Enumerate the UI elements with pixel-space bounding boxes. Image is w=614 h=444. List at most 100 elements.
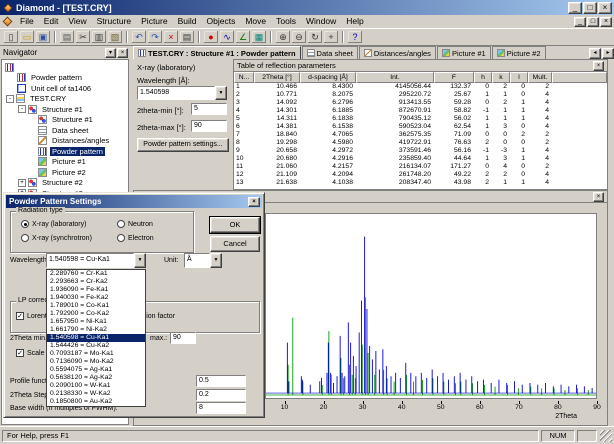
- wavelength-option-w-ka1[interactable]: 0.2090100 = W-Ka1: [47, 382, 145, 390]
- tree-item-picture-2[interactable]: Picture #2: [38, 167, 128, 178]
- base-width-input[interactable]: 8: [196, 402, 246, 414]
- checkbox-icon[interactable]: ✓: [16, 312, 24, 320]
- delete-icon[interactable]: ×: [163, 30, 179, 44]
- wavelength-combobox[interactable]: 1.540598 ▼: [137, 86, 227, 100]
- ok-button[interactable]: OK: [210, 217, 260, 233]
- column-header-l[interactable]: l: [510, 72, 528, 83]
- ttheta-max-input[interactable]: 90: [170, 332, 196, 344]
- reflection-row-4[interactable]: 414.3016.1885872670.9158.82-1114: [234, 107, 607, 115]
- rotate-icon[interactable]: ↻: [307, 30, 323, 44]
- reflection-row-13[interactable]: 1321.6384.1038208347.4043.982114: [234, 179, 607, 187]
- radio-x-ray-laboratory[interactable]: X-ray (laboratory): [21, 220, 86, 228]
- navigator-menu-icon[interactable]: ▾: [105, 48, 116, 58]
- menu-file[interactable]: File: [15, 15, 39, 28]
- menu-tools[interactable]: Tools: [271, 15, 301, 28]
- wavelength-option-fe-ka2[interactable]: 1.940030 = Fe-Ka2: [47, 294, 145, 302]
- reflection-row-11[interactable]: 1121.0604.2157216134.07171.270402: [234, 163, 607, 171]
- wavelength-option-cr-ka2[interactable]: 2.293663 = Cr-Ka2: [47, 278, 145, 286]
- menu-objects[interactable]: Objects: [202, 15, 241, 28]
- chevron-down-icon[interactable]: ▼: [210, 253, 222, 268]
- tab-test-cry-structure-1-powder-pattern[interactable]: TEST.CRY : Structure #1 : Powder pattern: [133, 46, 301, 59]
- unit-combobox[interactable]: Å ▼: [184, 253, 222, 268]
- cut-icon[interactable]: ✂: [75, 30, 91, 44]
- menu-help[interactable]: Help: [341, 15, 368, 28]
- reflection-row-6[interactable]: 614.3816.1538590523.0462.541304: [234, 123, 607, 131]
- close-icon[interactable]: ×: [248, 197, 260, 207]
- column-header-h[interactable]: h: [474, 72, 492, 83]
- wavelength-option-co-ka1[interactable]: 1.789010 = Co-Ka1: [47, 302, 145, 310]
- menu-view[interactable]: View: [63, 15, 91, 28]
- expander-plus-icon[interactable]: +: [18, 179, 26, 187]
- wavelength-option-mo-ka2[interactable]: 0.7136090 = Mo-Ka2: [47, 358, 145, 366]
- chevron-down-icon[interactable]: ▼: [215, 86, 227, 100]
- tab-picture-1[interactable]: Picture #1: [437, 46, 491, 59]
- wavelength-option-cu-ka1[interactable]: 1.540598 = Cu-Ka1: [47, 334, 145, 342]
- mdi-restore-button-icon[interactable]: □: [587, 17, 599, 27]
- reflection-row-10[interactable]: 1020.6804.2916235859.4044.641314: [234, 155, 607, 163]
- distances-tool-icon[interactable]: ∠: [235, 30, 251, 44]
- wavelength-option-w-ka2[interactable]: 0.2138330 = W-Ka2: [47, 390, 145, 398]
- expander-minus-icon[interactable]: -: [6, 95, 14, 103]
- open-folder-icon[interactable]: ▭: [19, 30, 35, 44]
- move-icon[interactable]: +: [323, 30, 339, 44]
- close-icon[interactable]: ×: [593, 192, 604, 202]
- tree-item-test-cry[interactable]: -TEST.CRY: [6, 94, 128, 105]
- wavelength-option-au-ka2[interactable]: 0.1850800 = Au-Ka2: [47, 398, 145, 406]
- reflection-row-8[interactable]: 819.2984.5980419722.9176.632002: [234, 139, 607, 147]
- wavelength-option-cu-ka2[interactable]: 1.544426 = Cu-Ka2: [47, 342, 145, 350]
- copy-icon[interactable]: ▥: [91, 30, 107, 44]
- reflection-row-3[interactable]: 314.0926.2796913413.5559.280214: [234, 99, 607, 107]
- reflection-row-7[interactable]: 718.8404.7065362575.3571.090022: [234, 131, 607, 139]
- new-document-icon[interactable]: ▯: [3, 30, 19, 44]
- close-icon[interactable]: ×: [593, 61, 604, 71]
- tree-item-structure-2[interactable]: +Structure #2: [18, 178, 128, 189]
- menu-structure[interactable]: Structure: [92, 15, 137, 28]
- close-button-icon[interactable]: ×: [598, 2, 612, 14]
- column-header-k[interactable]: k: [492, 72, 510, 83]
- column-header-int[interactable]: Int.: [356, 72, 434, 83]
- powder-pattern-settings-button[interactable]: Powder pattern settings...: [137, 138, 229, 152]
- mdi-close-button-icon[interactable]: ×: [600, 17, 612, 27]
- minimize-button-icon[interactable]: _: [568, 2, 582, 14]
- zoom-out-icon[interactable]: ⊖: [291, 30, 307, 44]
- wavelength-option-ni-ka1[interactable]: 1.657950 = Ni-Ka1: [47, 318, 145, 326]
- cancel-button[interactable]: Cancel: [210, 236, 260, 252]
- menu-move[interactable]: Move: [240, 15, 271, 28]
- dialog-wavelength-combobox[interactable]: 1.540598 = Cu-Ka1 ▼: [46, 253, 146, 268]
- tree-item-root[interactable]: [5, 62, 128, 73]
- wavelength-option-ag-ka1[interactable]: 0.5594075 = Ag-Ka1: [47, 366, 145, 374]
- paste-icon[interactable]: ▧: [107, 30, 123, 44]
- print-icon[interactable]: ▤: [59, 30, 75, 44]
- reflection-row-2[interactable]: 210.7718.2075295220.7225.671104: [234, 91, 607, 99]
- menu-edit[interactable]: Edit: [39, 15, 64, 28]
- tree-item-picture-1[interactable]: Picture #1: [38, 157, 128, 168]
- powder-pattern-tool-icon[interactable]: ∿: [219, 30, 235, 44]
- reflection-row-1[interactable]: 110.4668.43004145056.44132.370202: [234, 83, 607, 91]
- profile-function-input[interactable]: 0.5: [196, 375, 246, 387]
- wavelength-option-fe-ka1[interactable]: 1.936090 = Fe-Ka1: [47, 286, 145, 294]
- zoom-in-icon[interactable]: ⊕: [275, 30, 291, 44]
- column-header-mult[interactable]: Mult.: [528, 72, 552, 83]
- column-header-f[interactable]: F: [434, 72, 474, 83]
- tree-item-structure-1[interactable]: Structure #1: [38, 115, 128, 126]
- menu-window[interactable]: Window: [301, 15, 341, 28]
- column-header-2theta[interactable]: 2Theta [°]: [254, 72, 300, 83]
- chevron-down-icon[interactable]: ▼: [134, 253, 146, 268]
- radio-electron[interactable]: Electron: [117, 234, 154, 242]
- column-header-n[interactable]: N...: [234, 72, 254, 83]
- structure-tool-icon[interactable]: ●: [203, 30, 219, 44]
- wavelength-option-co-ka2[interactable]: 1.792900 = Co-Ka2: [47, 310, 145, 318]
- tab-distances-angles[interactable]: Distances/angles: [359, 46, 436, 59]
- reflection-row-5[interactable]: 514.3116.1838790435.1256.021114: [234, 115, 607, 123]
- wavelength-option-cr-ka1[interactable]: 2.289760 = Cr-Ka1: [47, 270, 145, 278]
- menu-build[interactable]: Build: [173, 15, 202, 28]
- tree-item-powder-pattern[interactable]: Powder pattern: [38, 146, 128, 157]
- restore-button-icon[interactable]: □: [583, 2, 597, 14]
- reflection-row-12[interactable]: 1221.1094.2094261748.2049.222204: [234, 171, 607, 179]
- resize-grip[interactable]: [600, 430, 612, 442]
- expander-minus-icon[interactable]: -: [18, 105, 26, 113]
- checkbox-icon[interactable]: ✓: [16, 349, 24, 357]
- wavelength-option-ag-ka2[interactable]: 0.5638120 = Ag-Ka2: [47, 374, 145, 382]
- wavelength-option-mo-ka1[interactable]: 0.7093187 = Mo-Ka1: [47, 350, 145, 358]
- undo-icon[interactable]: ↶: [131, 30, 147, 44]
